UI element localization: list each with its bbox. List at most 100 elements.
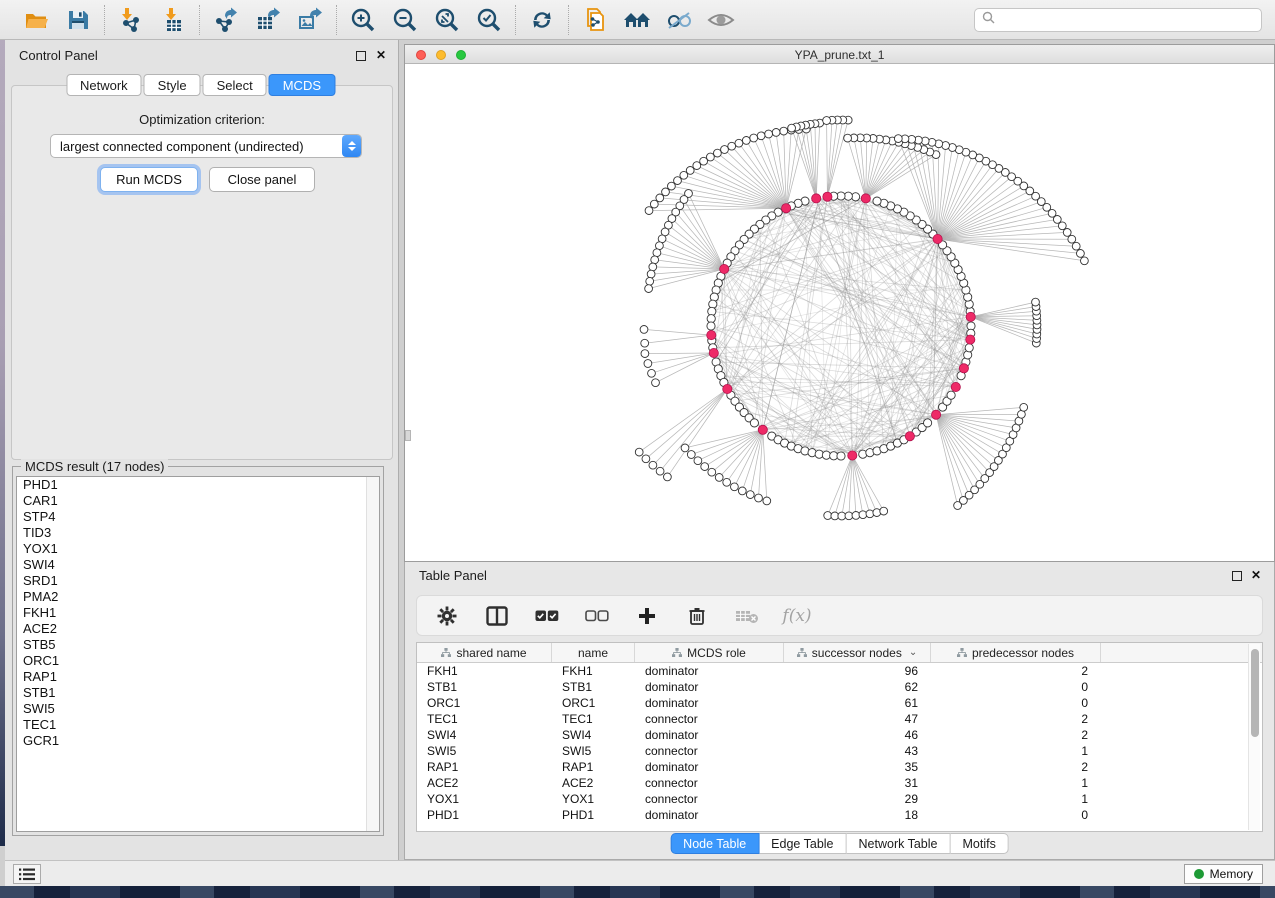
- table-cell[interactable]: 1: [931, 791, 1101, 807]
- result-list-item[interactable]: SWI5: [17, 701, 379, 717]
- table-cell[interactable]: connector: [635, 711, 784, 727]
- table-cell[interactable]: 2: [931, 727, 1101, 743]
- import-network-icon[interactable]: [117, 6, 145, 34]
- result-list-scrollbar[interactable]: [366, 477, 379, 831]
- tab-node-table[interactable]: Node Table: [670, 833, 759, 854]
- table-cell[interactable]: SWI5: [417, 743, 552, 759]
- table-cell[interactable]: SWI4: [552, 727, 635, 743]
- panel-splitter-handle[interactable]: [405, 430, 411, 441]
- table-cell[interactable]: 29: [784, 791, 931, 807]
- table-row[interactable]: SWI4SWI4dominator462: [417, 727, 1262, 743]
- column-header-predecessor-nodes[interactable]: predecessor nodes: [931, 643, 1101, 662]
- memory-button[interactable]: Memory: [1184, 864, 1263, 884]
- table-scrollbar-thumb[interactable]: [1251, 649, 1259, 737]
- table-cell[interactable]: STB1: [552, 679, 635, 695]
- table-cell[interactable]: RAP1: [552, 759, 635, 775]
- table-row[interactable]: SWI5SWI5connector431: [417, 743, 1262, 759]
- table-cell[interactable]: YOX1: [552, 791, 635, 807]
- result-list-item[interactable]: PHD1: [17, 477, 379, 493]
- result-list-item[interactable]: TEC1: [17, 717, 379, 733]
- table-cell[interactable]: 18: [784, 807, 931, 823]
- table-cell[interactable]: TEC1: [552, 711, 635, 727]
- table-cell[interactable]: connector: [635, 743, 784, 759]
- table-row[interactable]: ORC1ORC1dominator610: [417, 695, 1262, 711]
- table-row[interactable]: STB1STB1dominator620: [417, 679, 1262, 695]
- tab-select[interactable]: Select: [203, 74, 267, 96]
- close-panel-icon[interactable]: ✕: [376, 50, 386, 60]
- column-header-mcds-role[interactable]: MCDS role: [635, 643, 784, 662]
- table-cell[interactable]: PHD1: [417, 807, 552, 823]
- task-history-button[interactable]: [13, 864, 41, 884]
- table-cell[interactable]: dominator: [635, 695, 784, 711]
- table-cell[interactable]: YOX1: [417, 791, 552, 807]
- network-graph[interactable]: [405, 64, 1274, 561]
- zoom-in-icon[interactable]: [349, 6, 377, 34]
- run-mcds-button[interactable]: Run MCDS: [100, 167, 198, 192]
- table-cell[interactable]: dominator: [635, 807, 784, 823]
- table-cell[interactable]: 0: [931, 807, 1101, 823]
- result-list-item[interactable]: STP4: [17, 509, 379, 525]
- result-list-item[interactable]: STB1: [17, 685, 379, 701]
- table-row[interactable]: TEC1TEC1connector472: [417, 711, 1262, 727]
- table-cell[interactable]: PHD1: [552, 807, 635, 823]
- export-table-icon[interactable]: [254, 6, 282, 34]
- zoom-out-icon[interactable]: [391, 6, 419, 34]
- hide-graphics-details-icon[interactable]: [665, 6, 693, 34]
- table-row[interactable]: PHD1PHD1dominator180: [417, 807, 1262, 823]
- table-cell[interactable]: 0: [931, 679, 1101, 695]
- column-header-shared-name[interactable]: shared name: [417, 643, 552, 662]
- result-list-item[interactable]: YOX1: [17, 541, 379, 557]
- table-cell[interactable]: dominator: [635, 663, 784, 679]
- result-list-item[interactable]: ORC1: [17, 653, 379, 669]
- zoom-fit-icon[interactable]: [433, 6, 461, 34]
- result-list-item[interactable]: SRD1: [17, 573, 379, 589]
- column-header-name[interactable]: name: [552, 643, 635, 662]
- table-cell[interactable]: 2: [931, 759, 1101, 775]
- delete-row-icon[interactable]: [685, 604, 709, 628]
- table-cell[interactable]: dominator: [635, 727, 784, 743]
- table-row[interactable]: FKH1FKH1dominator962: [417, 663, 1262, 679]
- column-selector-icon[interactable]: [485, 604, 509, 628]
- table-cell[interactable]: ACE2: [417, 775, 552, 791]
- table-cell[interactable]: 96: [784, 663, 931, 679]
- table-cell[interactable]: 35: [784, 759, 931, 775]
- table-cell[interactable]: 0: [931, 695, 1101, 711]
- table-cell[interactable]: SWI4: [417, 727, 552, 743]
- zoom-selected-icon[interactable]: [475, 6, 503, 34]
- table-cell[interactable]: FKH1: [417, 663, 552, 679]
- table-cell[interactable]: 2: [931, 663, 1101, 679]
- table-cell[interactable]: RAP1: [417, 759, 552, 775]
- table-cell[interactable]: 62: [784, 679, 931, 695]
- settings-gear-icon[interactable]: [435, 604, 459, 628]
- result-list-item[interactable]: TID3: [17, 525, 379, 541]
- table-row[interactable]: RAP1RAP1dominator352: [417, 759, 1262, 775]
- result-list-item[interactable]: SWI4: [17, 557, 379, 573]
- search-input[interactable]: [1000, 11, 1261, 29]
- table-cell[interactable]: ORC1: [417, 695, 552, 711]
- tab-mcds[interactable]: MCDS: [269, 74, 335, 96]
- table-cell[interactable]: dominator: [635, 759, 784, 775]
- add-row-icon[interactable]: [635, 604, 659, 628]
- deselect-all-icon[interactable]: [585, 604, 609, 628]
- tab-style[interactable]: Style: [144, 74, 201, 96]
- table-cell[interactable]: ACE2: [552, 775, 635, 791]
- export-network-icon[interactable]: [212, 6, 240, 34]
- tab-motifs[interactable]: Motifs: [950, 833, 1008, 854]
- table-cell[interactable]: 43: [784, 743, 931, 759]
- result-list-item[interactable]: GCR1: [17, 733, 379, 749]
- save-icon[interactable]: [64, 6, 92, 34]
- share-network-document-icon[interactable]: [581, 6, 609, 34]
- float-panel-icon[interactable]: [356, 51, 366, 61]
- tab-edge-table[interactable]: Edge Table: [759, 833, 846, 854]
- tab-network-table[interactable]: Network Table: [847, 833, 951, 854]
- network-canvas[interactable]: [405, 64, 1274, 561]
- float-panel-icon[interactable]: [1232, 571, 1242, 581]
- session-homes-icon[interactable]: [623, 6, 651, 34]
- result-list-item[interactable]: RAP1: [17, 669, 379, 685]
- close-panel-icon[interactable]: ✕: [1251, 570, 1261, 580]
- import-table-icon[interactable]: [159, 6, 187, 34]
- table-cell[interactable]: 31: [784, 775, 931, 791]
- export-image-icon[interactable]: [296, 6, 324, 34]
- table-scrollbar[interactable]: [1248, 644, 1260, 830]
- mcds-result-list[interactable]: PHD1CAR1STP4TID3YOX1SWI4SRD1PMA2FKH1ACE2…: [16, 476, 380, 832]
